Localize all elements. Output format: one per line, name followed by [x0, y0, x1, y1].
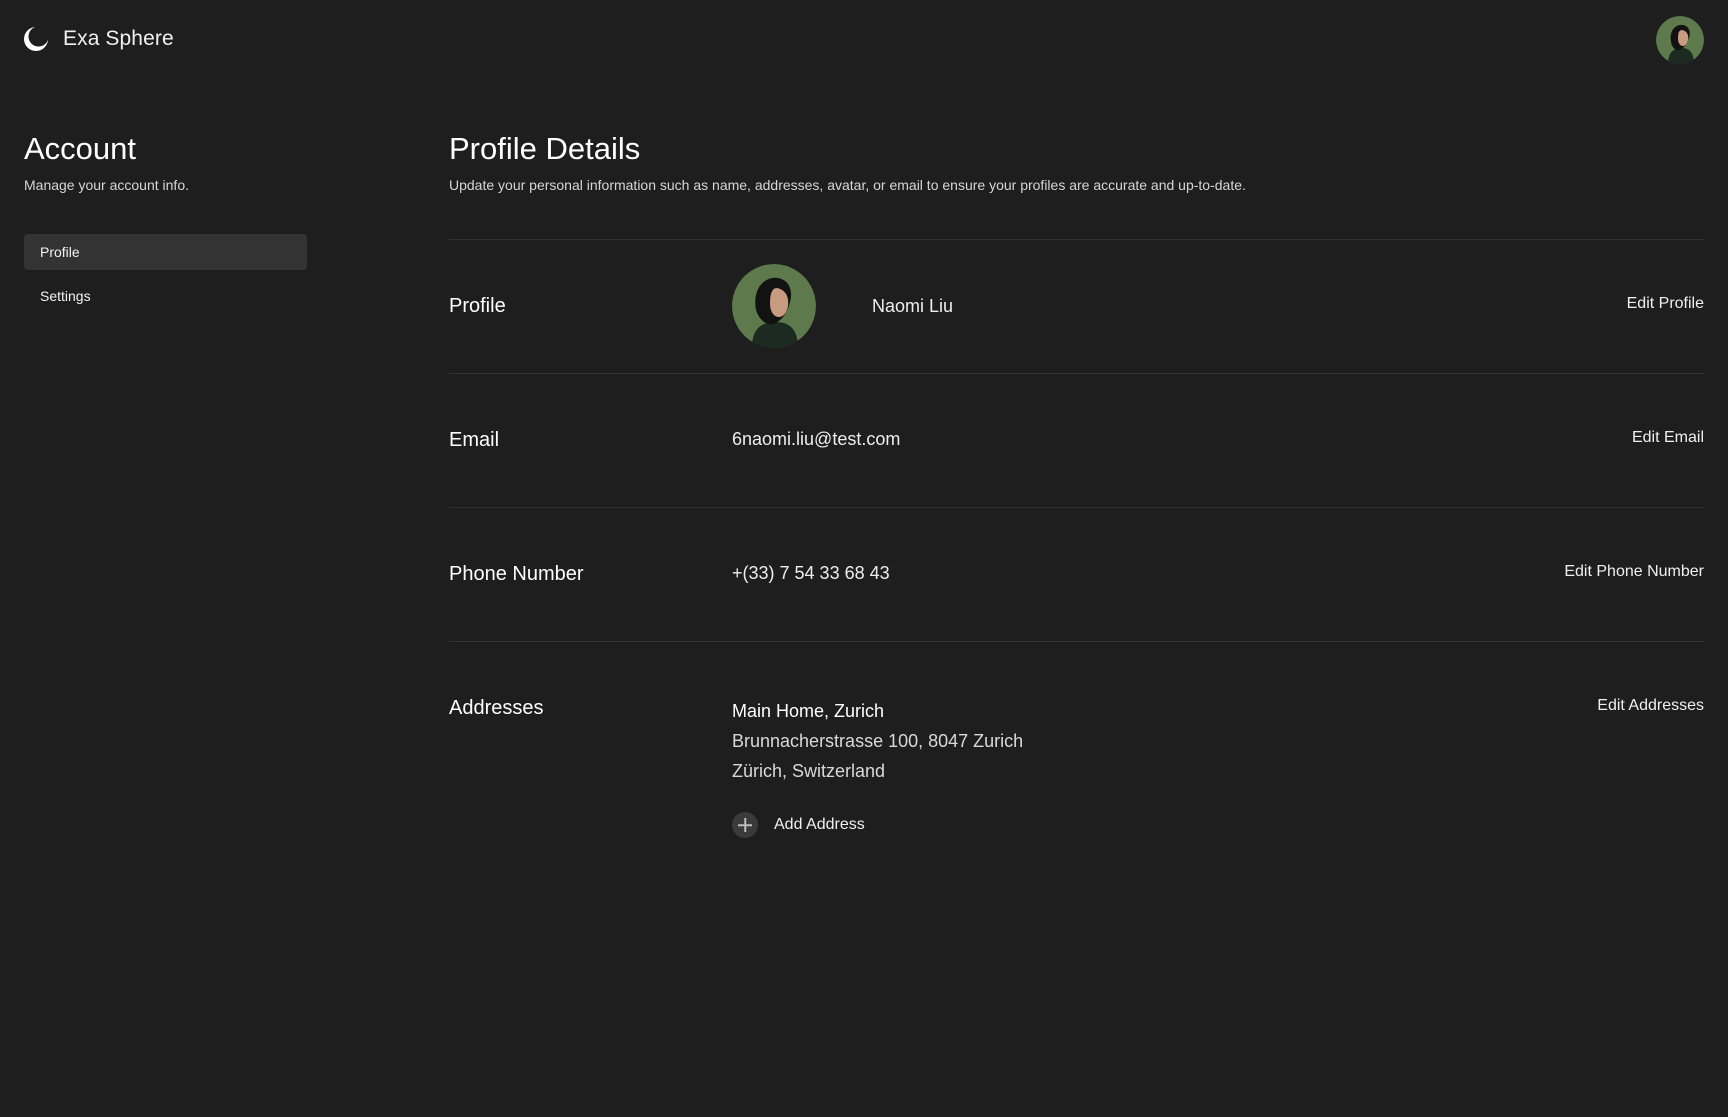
address-street: Brunnacherstrasse 100, 8047 Zurich: [732, 731, 1024, 751]
details-list: Profile Naomi Liu Edit Profile Email 6na…: [449, 239, 1704, 882]
address-item: Main Home, Zurich Brunnacherstrasse 100,…: [732, 696, 1023, 786]
address-city: Zürich, Switzerland: [732, 761, 886, 781]
profile-name: Naomi Liu: [872, 296, 954, 316]
phone-row: Phone Number +(33) 7 54 33 68 43 Edit Ph…: [449, 508, 1704, 642]
sidebar-subtitle: Manage your account info.: [24, 177, 189, 193]
email-row: Email 6naomi.liu@test.com Edit Email: [449, 374, 1704, 508]
main-content: Profile Details Update your personal inf…: [449, 130, 1704, 882]
crescent-logo-icon: [24, 26, 49, 51]
address-list: Main Home, Zurich Brunnacherstrasse 100,…: [732, 696, 1023, 838]
page-description: Update your personal information such as…: [449, 177, 1246, 193]
page-title: Profile Details: [449, 131, 641, 166]
addresses-label: Addresses: [449, 697, 544, 719]
email-value: 6naomi.liu@test.com: [732, 429, 901, 449]
sidebar-title: Account: [24, 131, 137, 166]
sidebar-item-settings[interactable]: Settings: [24, 278, 307, 314]
avatar-portrait-icon: [732, 264, 816, 348]
plus-icon: [732, 812, 758, 838]
profile-label: Profile: [449, 295, 506, 317]
profile-avatar: [732, 264, 816, 348]
edit-addresses-button[interactable]: Edit Addresses: [1597, 697, 1704, 715]
brand[interactable]: Exa Sphere: [23, 26, 174, 52]
address-title: Main Home, Zurich: [732, 701, 885, 721]
profile-row: Profile Naomi Liu Edit Profile: [449, 240, 1704, 374]
add-address-label: Add Address: [774, 816, 865, 833]
add-address-button[interactable]: Add Address: [732, 812, 1023, 838]
sidebar: Account Manage your account info. Profil…: [24, 130, 307, 314]
avatar-portrait-icon: [1656, 16, 1704, 64]
app-name: Exa Sphere: [63, 27, 174, 50]
edit-profile-button[interactable]: Edit Profile: [1627, 295, 1704, 313]
edit-phone-button[interactable]: Edit Phone Number: [1564, 563, 1704, 581]
edit-email-button[interactable]: Edit Email: [1632, 429, 1704, 447]
email-label: Email: [449, 429, 500, 451]
user-avatar[interactable]: [1656, 16, 1704, 64]
sidebar-item-profile[interactable]: Profile: [24, 234, 307, 270]
phone-label: Phone Number: [449, 563, 584, 585]
addresses-row: Addresses Main Home, Zurich Brunnacherst…: [449, 642, 1704, 882]
phone-value: +(33) 7 54 33 68 43: [732, 563, 890, 583]
sidebar-nav: Profile Settings: [24, 234, 307, 314]
